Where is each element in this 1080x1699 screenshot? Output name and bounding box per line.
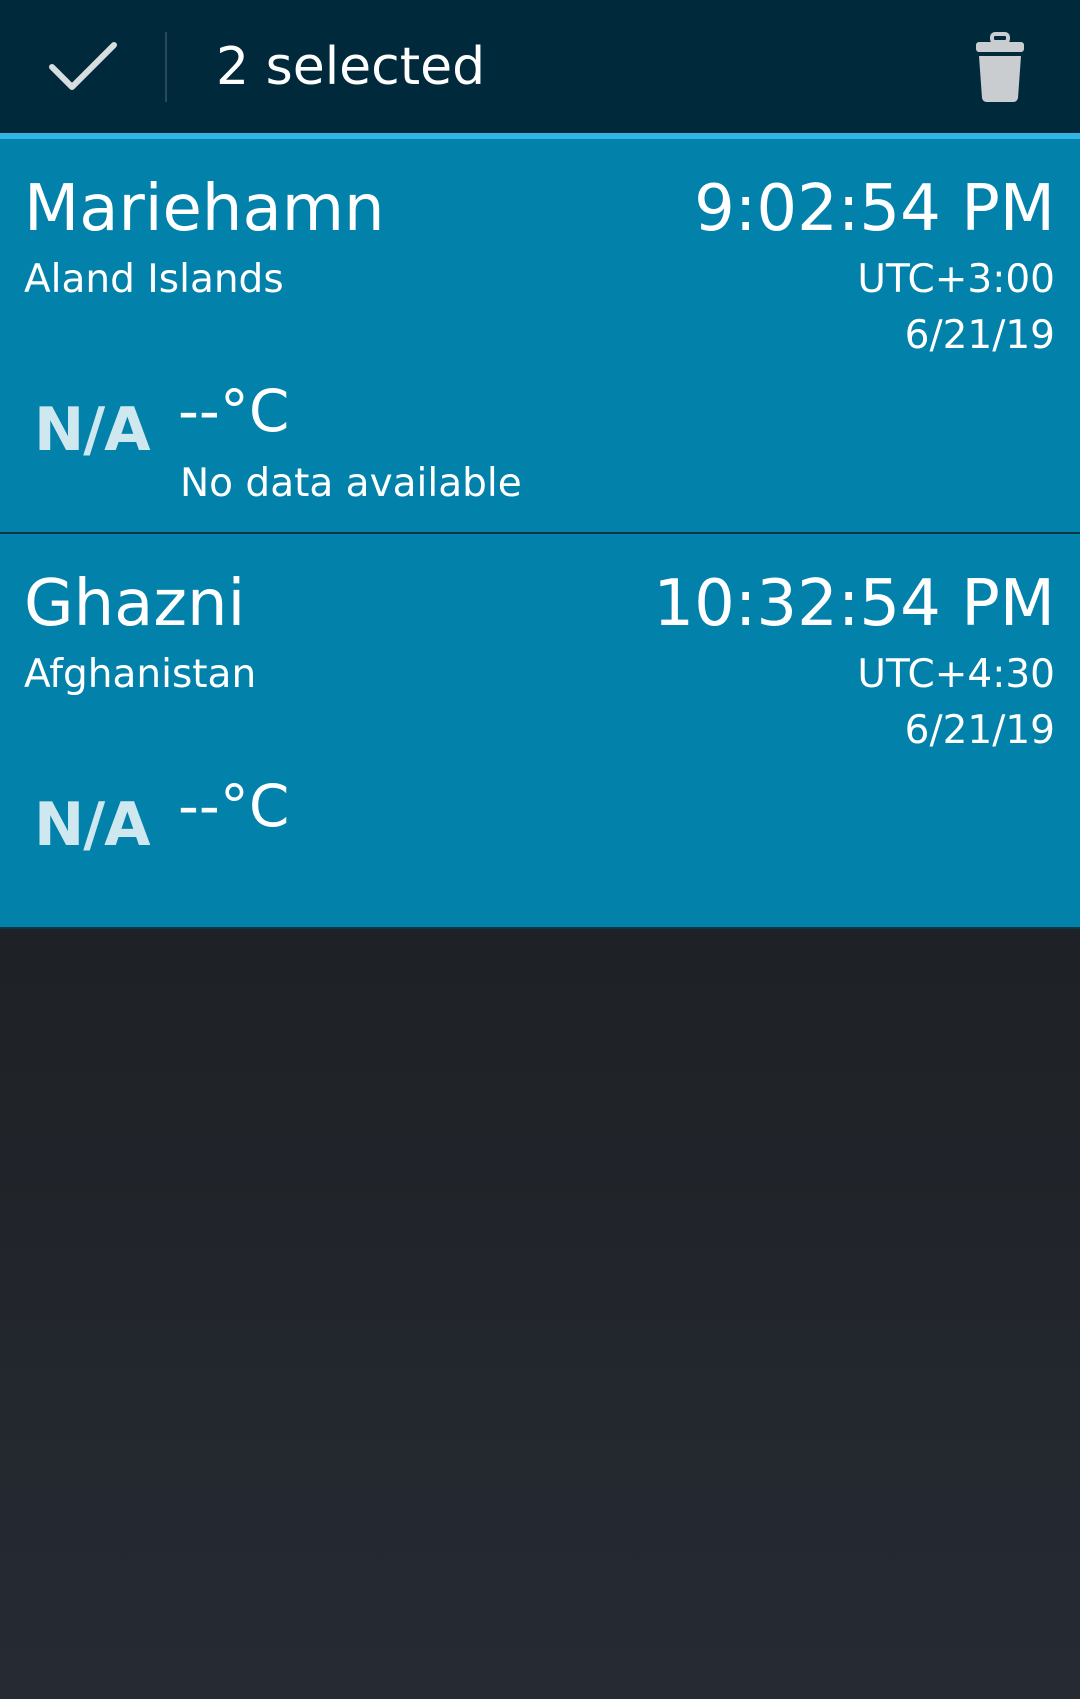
utc-offset: UTC+3:00 [857,257,1055,302]
done-button[interactable] [0,0,165,133]
weather-unavailable-icon: N/A [34,395,151,465]
weather-unavailable-icon: N/A [34,790,151,860]
city-list: Mariehamn Aland Islands 9:02:54 PM UTC+3… [0,139,1080,929]
local-date: 6/21/19 [904,708,1055,753]
contextual-action-bar: 2 selected [0,0,1080,133]
local-time: 10:32:54 PM [653,567,1055,641]
city-list-item[interactable]: Mariehamn Aland Islands 9:02:54 PM UTC+3… [0,139,1080,534]
country-name: Aland Islands [24,257,284,302]
delete-button[interactable] [950,18,1050,118]
country-name: Afghanistan [24,652,257,697]
checkmark-icon [48,41,117,90]
temperature: --°C [178,772,290,840]
local-time: 9:02:54 PM [694,172,1055,246]
action-bar-divider [165,32,167,102]
utc-offset: UTC+4:30 [857,652,1055,697]
trash-icon [976,32,1024,102]
temperature: --°C [178,377,290,445]
city-name: Ghazni [24,567,246,641]
selected-count-title: 2 selected [216,37,486,97]
city-name: Mariehamn [24,172,385,246]
weather-condition: No data available [180,461,522,506]
local-date: 6/21/19 [904,313,1055,358]
city-list-item[interactable]: Ghazni Afghanistan 10:32:54 PM UTC+4:30 … [0,534,1080,929]
